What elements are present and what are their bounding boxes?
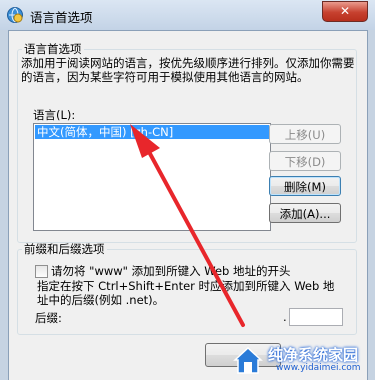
red-arrow-annotation [130,124,245,327]
house-logo-icon [233,346,263,374]
site-watermark: 纯净系统家园 www.yidaimei.com [232,344,372,376]
watermark-url: www.yidaimei.com [276,363,361,373]
watermark-name: 纯净系统家园 [268,346,359,364]
